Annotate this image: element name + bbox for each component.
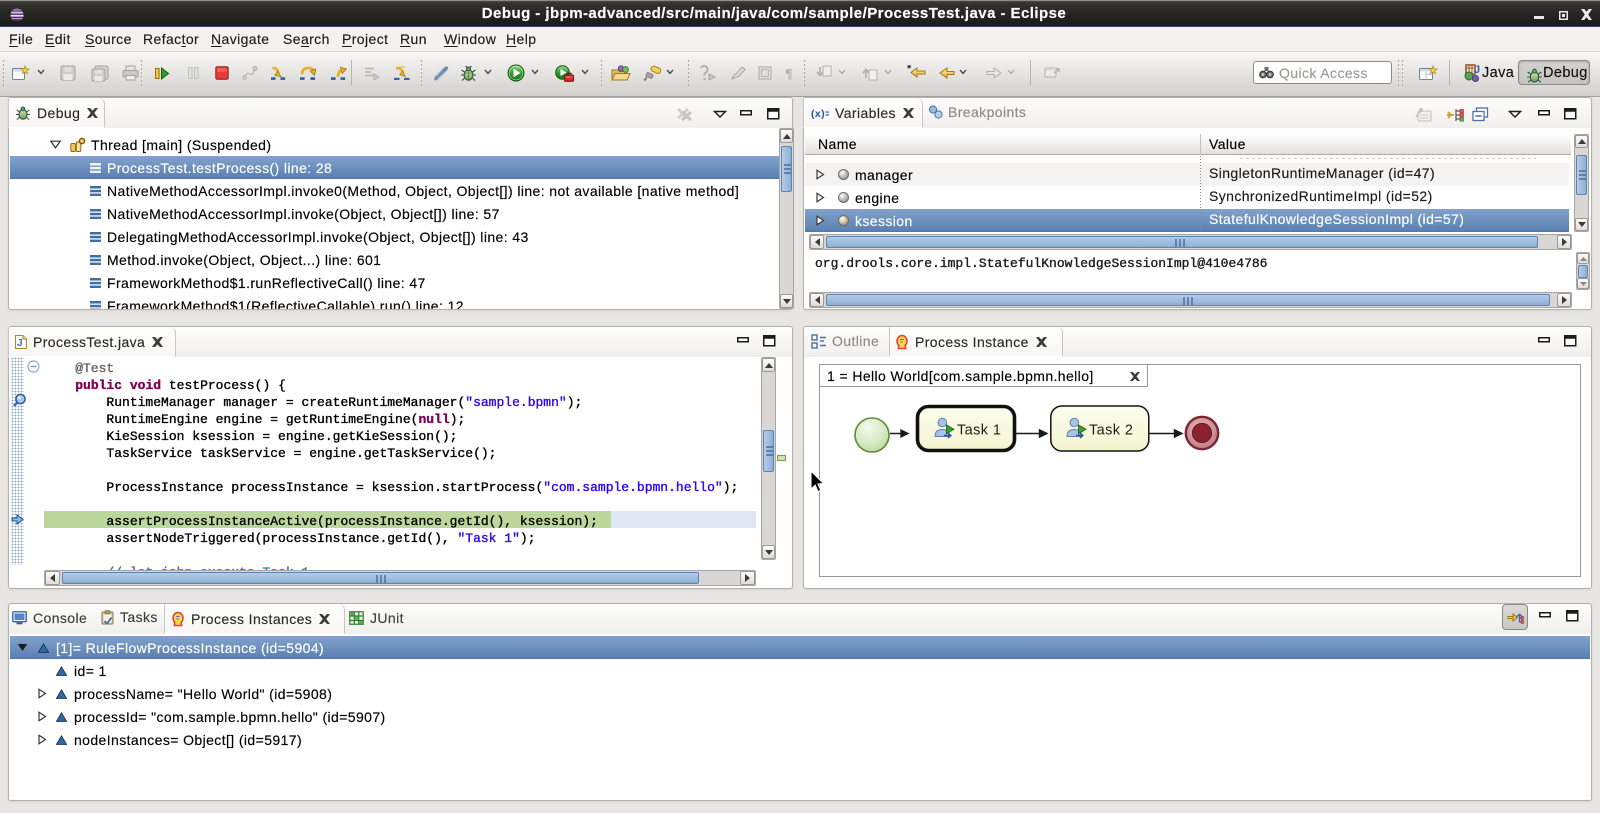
svg-text:Task 2: Task 2: [1089, 423, 1133, 439]
svg-text:Task 1: Task 1: [957, 423, 1001, 439]
svg-text:(x)=: (x)=: [811, 108, 829, 119]
svg-text:*: *: [907, 65, 912, 75]
svg-text:J: J: [1474, 64, 1481, 76]
svg-text:J: J: [17, 338, 23, 349]
svg-text:¶: ¶: [785, 67, 793, 81]
